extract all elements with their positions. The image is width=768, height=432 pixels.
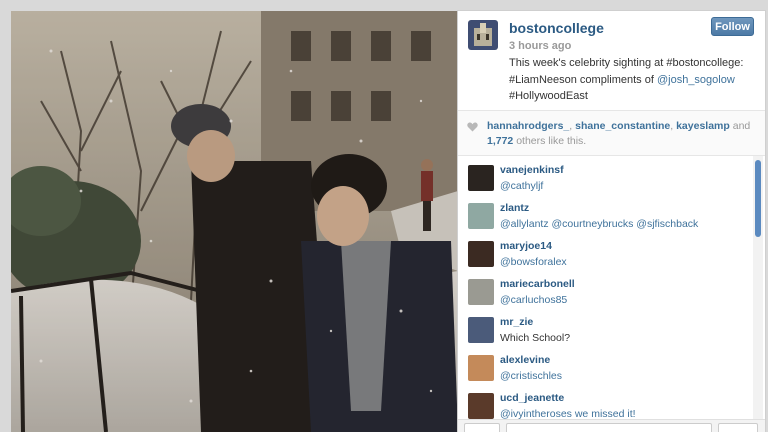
list-item: mr_zie Which School? bbox=[458, 308, 753, 346]
liker-link[interactable]: hannahrodgers_ bbox=[487, 120, 569, 132]
comment-input[interactable] bbox=[506, 423, 712, 432]
caption-line-1: This week's celebrity sighting at #bosto… bbox=[509, 57, 744, 69]
comment-avatar[interactable] bbox=[468, 241, 494, 267]
list-item: ucd_jeanette @ivyintheroses we missed it… bbox=[458, 384, 753, 419]
list-item: mariecarbonell @carluchos85 bbox=[458, 270, 753, 308]
comment-username[interactable]: mariecarbonell bbox=[500, 278, 575, 290]
comment-avatar[interactable] bbox=[468, 317, 494, 343]
comment-avatar[interactable] bbox=[468, 279, 494, 305]
comment-text[interactable]: @cathyljf bbox=[500, 180, 543, 192]
scrollbar-thumb[interactable] bbox=[755, 160, 761, 237]
comment-text[interactable]: @cristischles bbox=[500, 370, 562, 382]
likes-suffix: others like this. bbox=[513, 135, 587, 147]
comment-text[interactable]: @ivyintheroses we missed it! bbox=[500, 408, 636, 419]
photo-image bbox=[11, 11, 458, 432]
post-details-panel: bostoncollege 3 hours ago Follow This we… bbox=[458, 11, 765, 432]
comment-avatar[interactable] bbox=[468, 393, 494, 419]
boston-college-logo-icon bbox=[468, 20, 498, 50]
avatar[interactable] bbox=[468, 20, 498, 50]
comment-username[interactable]: maryjoe14 bbox=[500, 240, 552, 252]
list-item: vanejenkinsf @cathyljf bbox=[458, 156, 753, 194]
comment-username[interactable]: mr_zie bbox=[500, 316, 533, 328]
likes-count[interactable]: 1,772 bbox=[487, 135, 513, 147]
liker-link[interactable]: kayeslamp bbox=[676, 120, 730, 132]
comment-text[interactable]: @carluchos85 bbox=[500, 294, 567, 306]
list-item: alexlevine @cristischles bbox=[458, 346, 753, 384]
post-photo bbox=[11, 11, 458, 432]
list-item: maryjoe14 @bowsforalex bbox=[458, 232, 753, 270]
comment-text: Which School? bbox=[500, 332, 571, 344]
comment-username[interactable]: ucd_jeanette bbox=[500, 392, 564, 404]
comment-username[interactable]: zlantz bbox=[500, 202, 529, 214]
comment-text[interactable]: @bowsforalex bbox=[500, 256, 567, 268]
likes-and: and bbox=[729, 120, 751, 132]
post-caption: This week's celebrity sighting at #bosto… bbox=[509, 55, 754, 105]
like-button[interactable] bbox=[464, 423, 500, 432]
caption-line-3: #HollywoodEast bbox=[509, 90, 588, 102]
comment-username[interactable]: alexlevine bbox=[500, 354, 550, 366]
likes-text: hannahrodgers_, shane_constantine, kayes… bbox=[487, 119, 757, 149]
liker-link[interactable]: shane_constantine bbox=[575, 120, 670, 132]
comments-list: vanejenkinsf @cathyljf zlantz @allylantz… bbox=[458, 156, 753, 419]
comment-text[interactable]: @allylantz @courtneybrucks @sjfischback bbox=[500, 218, 698, 230]
caption-line-2: #LiamNeeson compliments of bbox=[509, 73, 657, 86]
comment-username[interactable]: vanejenkinsf bbox=[500, 164, 564, 176]
comment-avatar[interactable] bbox=[468, 203, 494, 229]
more-options-button[interactable] bbox=[718, 423, 758, 432]
follow-button[interactable]: Follow bbox=[711, 17, 754, 36]
list-item: zlantz @allylantz @courtneybrucks @sjfis… bbox=[458, 194, 753, 232]
comment-avatar[interactable] bbox=[468, 165, 494, 191]
heart-icon[interactable] bbox=[467, 122, 478, 132]
post-header: bostoncollege 3 hours ago Follow This we… bbox=[458, 11, 765, 109]
comment-avatar[interactable] bbox=[468, 355, 494, 381]
post-username[interactable]: bostoncollege bbox=[509, 20, 604, 36]
comment-footer bbox=[458, 419, 765, 432]
likes-section: hannahrodgers_, shane_constantine, kayes… bbox=[458, 111, 765, 155]
caption-mention-link[interactable]: @josh_sogolow bbox=[657, 74, 735, 86]
post-timestamp: 3 hours ago bbox=[509, 40, 572, 52]
